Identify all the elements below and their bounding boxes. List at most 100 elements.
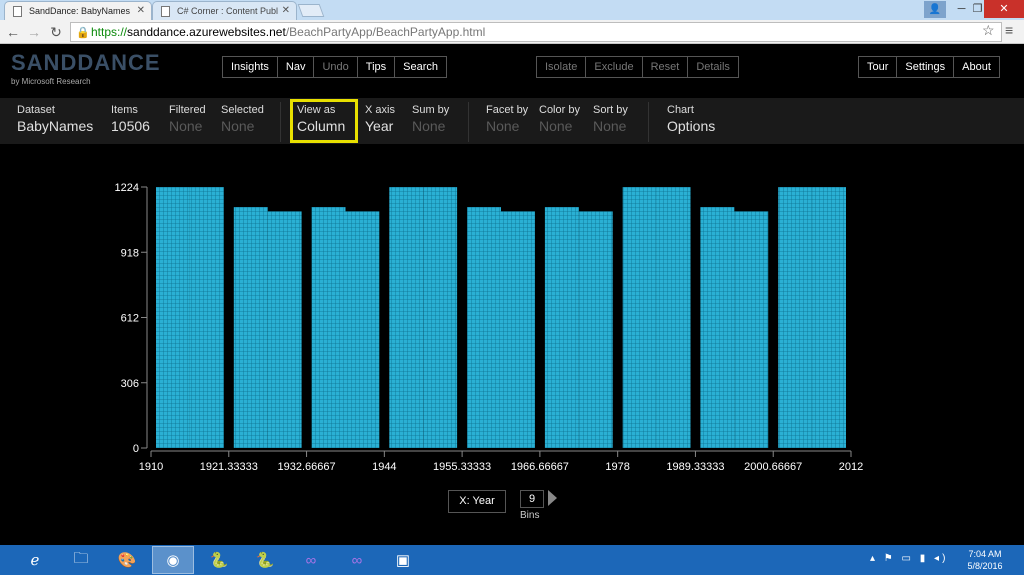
x-tick-label: 1921.33333 bbox=[200, 461, 258, 473]
info-bar: Dataset BabyNames Items 10506 Filtered N… bbox=[0, 98, 1024, 144]
nav-button[interactable]: Nav bbox=[277, 57, 315, 77]
reset-button[interactable]: Reset bbox=[642, 57, 689, 77]
paint-icon[interactable]: 🎨 bbox=[106, 546, 148, 574]
selected-label: Selected bbox=[221, 104, 264, 116]
internet-explorer-icon[interactable]: ℯ bbox=[14, 546, 56, 574]
chart-bar[interactable] bbox=[345, 211, 380, 448]
sum-by-label: Sum by bbox=[412, 104, 450, 116]
chart-bar[interactable] bbox=[501, 211, 535, 448]
color-by-label: Color by bbox=[539, 104, 580, 116]
exclude-button[interactable]: Exclude bbox=[586, 57, 643, 77]
facet-by-value: None bbox=[486, 118, 520, 134]
x-tick-label: 2000.66667 bbox=[744, 461, 802, 473]
tips-button[interactable]: Tips bbox=[357, 57, 396, 77]
x-axis-value: Year bbox=[365, 118, 394, 134]
chart-options-picker[interactable]: Chart Options bbox=[667, 104, 715, 134]
user-icon[interactable]: 👤 bbox=[924, 1, 946, 18]
bins-value[interactable]: 9 bbox=[520, 490, 544, 508]
details-button[interactable]: Details bbox=[688, 57, 738, 77]
browser-menu-icon[interactable]: ≡ bbox=[1005, 22, 1013, 38]
divider bbox=[468, 102, 469, 142]
chrome-icon[interactable]: ◉ bbox=[152, 546, 194, 574]
divider bbox=[648, 102, 649, 142]
divider bbox=[280, 102, 281, 142]
items-count: Items 10506 bbox=[111, 104, 150, 134]
bookmark-star-icon[interactable]: ☆ bbox=[982, 22, 995, 39]
chart-bar[interactable] bbox=[812, 187, 846, 448]
dataset-value: BabyNames bbox=[17, 118, 94, 134]
color-by-value: None bbox=[539, 118, 573, 134]
insights-button[interactable]: Insights bbox=[223, 57, 278, 77]
page-icon bbox=[13, 6, 22, 17]
selected-value: None bbox=[221, 118, 255, 134]
search-button[interactable]: Search bbox=[395, 57, 447, 77]
picture-icon[interactable]: ▣ bbox=[382, 546, 424, 574]
settings-button[interactable]: Settings bbox=[897, 57, 955, 77]
chart-bar[interactable] bbox=[233, 207, 268, 448]
visual-studio-icon[interactable]: ∞ bbox=[290, 546, 332, 574]
chart-bar[interactable] bbox=[267, 211, 302, 448]
column-chart[interactable]: 03066129181224 1910 1921.33333 1932.66667 1… bbox=[100, 172, 870, 477]
items-value: 10506 bbox=[111, 118, 150, 134]
address-bar[interactable]: 🔒 https://sanddance.azurewebsites.net/Be… bbox=[70, 22, 1002, 42]
tab-csharp-corner[interactable]: C# Corner : Content Publ ✕ bbox=[152, 1, 297, 20]
dataset-label: Dataset bbox=[17, 104, 55, 116]
taskbar-clock[interactable]: 7:04 AM 5/8/2016 bbox=[960, 548, 1010, 572]
filtered-label: Filtered bbox=[169, 104, 206, 116]
y-tick-label: 1224 bbox=[115, 182, 139, 194]
sum-by-picker[interactable]: Sum by None bbox=[412, 104, 449, 134]
x-axis-button[interactable]: X: Year bbox=[448, 490, 506, 513]
y-tick-label: 0 bbox=[133, 443, 139, 455]
chart-bar[interactable] bbox=[189, 187, 224, 448]
nav-button-group: Insights Nav Undo Tips Search bbox=[222, 56, 448, 78]
tab-sanddance[interactable]: SandDance: BabyNames ✕ bbox=[4, 1, 152, 20]
view-as-highlight bbox=[290, 99, 358, 143]
selected-count: Selected None bbox=[221, 104, 264, 134]
chart-bar[interactable] bbox=[389, 187, 424, 448]
new-tab-button[interactable] bbox=[297, 4, 325, 17]
chart-bar[interactable] bbox=[622, 187, 657, 448]
facet-by-label: Facet by bbox=[486, 104, 529, 116]
page-icon bbox=[161, 6, 170, 17]
color-by-picker[interactable]: Color by None bbox=[539, 104, 580, 134]
forward-icon[interactable]: → bbox=[25, 22, 43, 42]
python-file-icon[interactable]: 🐍 bbox=[244, 546, 286, 574]
chart-bar[interactable] bbox=[778, 187, 813, 448]
isolate-button[interactable]: Isolate bbox=[537, 57, 587, 77]
x-tick-label: 1955.33333 bbox=[433, 461, 491, 473]
chart-bar[interactable] bbox=[423, 187, 458, 448]
back-icon[interactable]: ← bbox=[4, 22, 22, 42]
tour-button[interactable]: Tour bbox=[859, 57, 898, 77]
visual-studio-2-icon[interactable]: ∞ bbox=[336, 546, 378, 574]
reload-icon[interactable]: ↻ bbox=[47, 22, 65, 42]
x-axis-picker[interactable]: X axis Year bbox=[365, 104, 395, 134]
chart-bar[interactable] bbox=[156, 187, 190, 448]
close-tab-icon[interactable]: ✕ bbox=[282, 5, 290, 16]
system-tray-icons[interactable]: ▴ ⚑ ▭ ▮ ◂) bbox=[870, 553, 948, 564]
chart-bar[interactable] bbox=[578, 211, 613, 448]
facet-by-picker[interactable]: Facet by None bbox=[486, 104, 528, 134]
filtered-value: None bbox=[169, 118, 203, 134]
clock-date: 5/8/2016 bbox=[967, 561, 1003, 571]
python-icon[interactable]: 🐍 bbox=[198, 546, 240, 574]
clock-time: 7:04 AM bbox=[968, 549, 1002, 559]
file-explorer-icon[interactable]: 🗀 bbox=[60, 546, 102, 574]
undo-button[interactable]: Undo bbox=[314, 57, 358, 77]
logo-subtitle: by Microsoft Research bbox=[11, 77, 91, 86]
chart-bar[interactable] bbox=[467, 207, 501, 448]
chart-label: Chart bbox=[667, 104, 694, 116]
sum-by-value: None bbox=[412, 118, 446, 134]
chart-bar[interactable] bbox=[734, 211, 769, 448]
chart-bar[interactable] bbox=[700, 207, 735, 448]
dataset-picker[interactable]: Dataset BabyNames bbox=[17, 104, 93, 134]
close-window-icon[interactable]: ✕ bbox=[984, 0, 1024, 18]
chart-bar[interactable] bbox=[656, 187, 691, 448]
chart-bar[interactable] bbox=[544, 207, 579, 448]
sort-by-picker[interactable]: Sort by None bbox=[593, 104, 628, 134]
tab-title: SandDance: BabyNames bbox=[29, 6, 131, 16]
chart-bar[interactable] bbox=[311, 207, 346, 448]
about-button[interactable]: About bbox=[954, 57, 999, 77]
close-tab-icon[interactable]: ✕ bbox=[137, 5, 145, 16]
bins-increase-icon[interactable] bbox=[548, 490, 557, 506]
url-path: /BeachPartyApp/BeachPartyApp.html bbox=[285, 25, 486, 39]
